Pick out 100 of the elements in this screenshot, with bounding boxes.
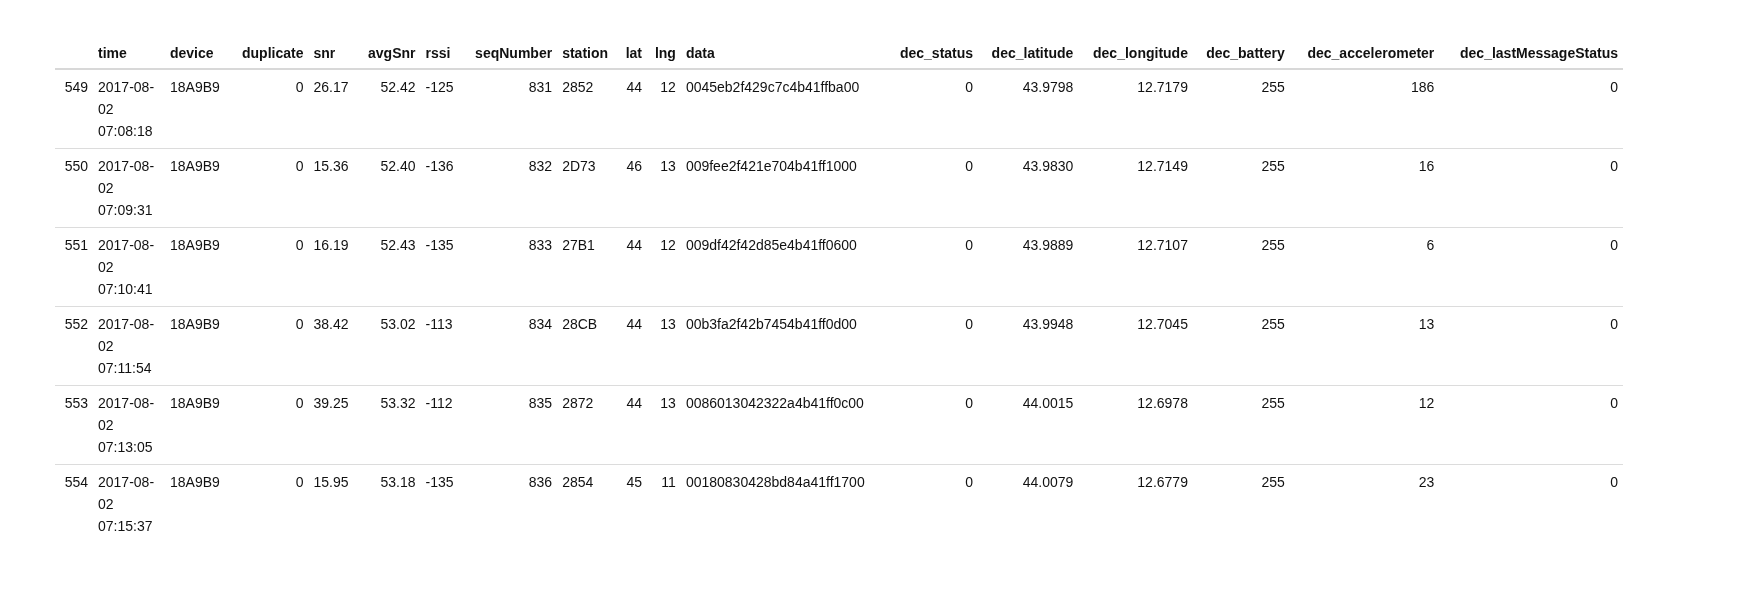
table-cell: 43.9830 xyxy=(978,148,1079,228)
table-cell: 836 xyxy=(462,464,558,543)
table-cell: 18A9B9 xyxy=(165,69,231,149)
column-header: dec_battery xyxy=(1192,36,1290,69)
table-cell: -135 xyxy=(420,464,463,543)
column-header: station xyxy=(557,36,619,69)
table-cell: 12.7149 xyxy=(1078,148,1193,228)
table-cell: 0 xyxy=(230,148,309,228)
table-cell: 2017-08-02 07:08:18 xyxy=(93,69,165,149)
table-cell: 0 xyxy=(887,464,979,543)
table-cell: 255 xyxy=(1192,464,1290,543)
table-cell: 53.18 xyxy=(357,464,421,543)
table-cell: 009df42f42d85e4b41ff0600 xyxy=(680,227,888,307)
table-cell: 16.19 xyxy=(308,227,358,307)
table-cell: 39.25 xyxy=(308,385,358,465)
table-cell: 2017-08-02 07:15:37 xyxy=(93,464,165,543)
table-cell: 12.7179 xyxy=(1078,69,1193,149)
table-cell: 832 xyxy=(462,148,558,228)
table-cell: 0 xyxy=(230,306,309,386)
table-cell: 0 xyxy=(1439,148,1623,228)
table-cell: -136 xyxy=(420,148,463,228)
table-cell: 12.6978 xyxy=(1078,385,1193,465)
table-cell: 255 xyxy=(1192,227,1290,307)
table-cell: 2D73 xyxy=(557,148,619,228)
column-header: data xyxy=(680,36,888,69)
table-cell: 53.32 xyxy=(357,385,421,465)
column-header: dec_lastMessageStatus xyxy=(1439,36,1623,69)
table-cell: 11 xyxy=(647,464,681,543)
column-header: lng xyxy=(647,36,681,69)
table-cell: 12.6779 xyxy=(1078,464,1193,543)
column-header: seqNumber xyxy=(462,36,558,69)
table-cell: 12.7107 xyxy=(1078,227,1193,307)
table-cell: 0 xyxy=(1439,464,1623,543)
table-cell: 831 xyxy=(462,69,558,149)
table-cell: 00180830428bd84a41ff1700 xyxy=(680,464,888,543)
table-cell: 53.02 xyxy=(357,306,421,386)
table-cell: 15.95 xyxy=(308,464,358,543)
table-cell: 255 xyxy=(1192,385,1290,465)
table-cell: 12.7045 xyxy=(1078,306,1193,386)
table-cell: 12 xyxy=(1289,385,1440,465)
table-cell: -135 xyxy=(420,227,463,307)
table-cell: 0045eb2f429c7c4b41ffba00 xyxy=(680,69,888,149)
table-cell: 00b3fa2f42b7454b41ff0d00 xyxy=(680,306,888,386)
column-header: dec_longitude xyxy=(1078,36,1193,69)
table-cell: -125 xyxy=(420,69,463,149)
column-header: dec_latitude xyxy=(978,36,1079,69)
table-cell: 28CB xyxy=(557,306,619,386)
table-cell: 2872 xyxy=(557,385,619,465)
table-cell: 2854 xyxy=(557,464,619,543)
table-cell: 43.9798 xyxy=(978,69,1079,149)
table-cell: 38.42 xyxy=(308,306,358,386)
table-cell: 18A9B9 xyxy=(165,227,231,307)
table-cell: 0 xyxy=(230,385,309,465)
table-cell: 13 xyxy=(1289,306,1440,386)
table-cell: 0 xyxy=(230,227,309,307)
table-cell: 45 xyxy=(618,464,647,543)
table-cell: 52.43 xyxy=(357,227,421,307)
table-cell: 2852 xyxy=(557,69,619,149)
table-cell: 255 xyxy=(1192,69,1290,149)
table-cell: 44 xyxy=(618,306,647,386)
table-cell: 2017-08-02 07:11:54 xyxy=(93,306,165,386)
table-cell: 0 xyxy=(230,464,309,543)
row-index: 552 xyxy=(55,306,93,386)
table-cell: 6 xyxy=(1289,227,1440,307)
table-cell: 2017-08-02 07:13:05 xyxy=(93,385,165,465)
row-index: 550 xyxy=(55,148,93,228)
row-index: 551 xyxy=(55,227,93,307)
table-cell: 18A9B9 xyxy=(165,306,231,386)
table-cell: 255 xyxy=(1192,148,1290,228)
table-cell: 27B1 xyxy=(557,227,619,307)
table-cell: 44.0079 xyxy=(978,464,1079,543)
table-cell: -113 xyxy=(420,306,463,386)
column-header: duplicate xyxy=(230,36,309,69)
table-cell: 44 xyxy=(618,69,647,149)
table-cell: 834 xyxy=(462,306,558,386)
table-cell: 23 xyxy=(1289,464,1440,543)
table-cell: 0086013042322a4b41ff0c00 xyxy=(680,385,888,465)
table-cell: 12 xyxy=(647,227,681,307)
table-cell: 835 xyxy=(462,385,558,465)
table-cell: 0 xyxy=(887,148,979,228)
table-cell: 43.9948 xyxy=(978,306,1079,386)
column-header: dec_accelerometer xyxy=(1289,36,1440,69)
table-cell: 43.9889 xyxy=(978,227,1079,307)
table-cell: 18A9B9 xyxy=(165,148,231,228)
row-index: 553 xyxy=(55,385,93,465)
table-cell: 44.0015 xyxy=(978,385,1079,465)
table-cell: 0 xyxy=(1439,69,1623,149)
row-index: 554 xyxy=(55,464,93,543)
column-header: time xyxy=(93,36,165,69)
table-cell: 13 xyxy=(647,306,681,386)
table-cell: 0 xyxy=(887,227,979,307)
table-cell: 0 xyxy=(1439,227,1623,307)
table-cell: -112 xyxy=(420,385,463,465)
table-cell: 833 xyxy=(462,227,558,307)
table-cell: 26.17 xyxy=(308,69,358,149)
table-cell: 13 xyxy=(647,148,681,228)
row-index: 549 xyxy=(55,69,93,149)
table-cell: 18A9B9 xyxy=(165,385,231,465)
column-header: avgSnr xyxy=(357,36,421,69)
table-cell: 186 xyxy=(1289,69,1440,149)
